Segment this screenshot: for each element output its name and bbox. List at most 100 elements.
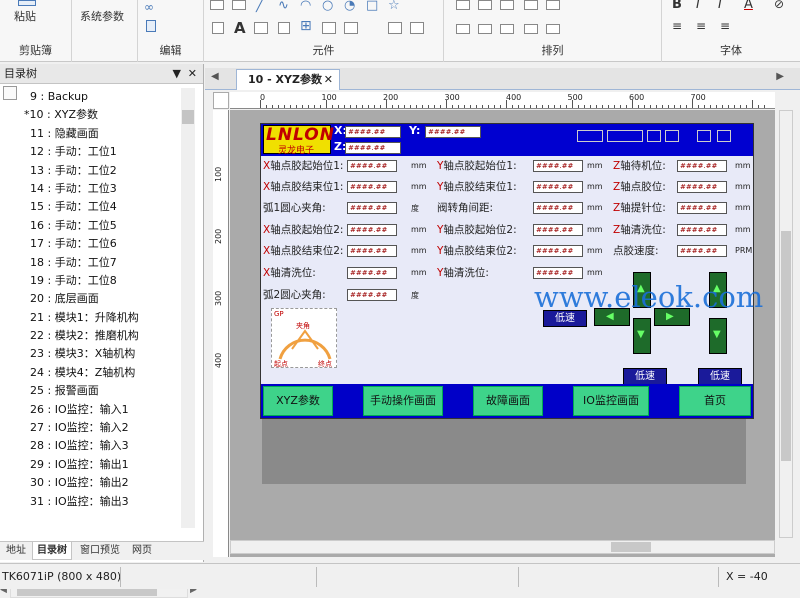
nav-xyz-params-button[interactable]: XYZ参数 [263, 386, 333, 416]
top-z-field[interactable]: ####.## [345, 142, 401, 154]
slow-button-3[interactable]: 低速 [698, 368, 742, 385]
tree-item[interactable]: 9 : Backup [0, 88, 196, 106]
tab-tree[interactable]: 目录树 [32, 542, 72, 560]
circle-icon[interactable]: ○ [322, 0, 333, 13]
top-y-field[interactable]: ####.## [425, 126, 481, 138]
canvas-horizontal-scrollbar[interactable] [230, 540, 775, 554]
square-icon[interactable] [278, 22, 290, 34]
tree-item[interactable]: 18 : 手动：工位7 [0, 254, 196, 272]
order-icon[interactable] [524, 0, 538, 10]
tab-web[interactable]: 网页 [128, 542, 156, 560]
italic-icon[interactable]: I [696, 0, 700, 12]
panel-menu-icon[interactable]: ▼ [173, 64, 181, 84]
link-icon[interactable]: ∞ [144, 0, 154, 14]
col1-field[interactable]: ####.## [347, 245, 397, 257]
col3-field[interactable]: ####.## [677, 160, 727, 172]
picture-icon[interactable] [254, 22, 268, 34]
pie-icon[interactable]: ◔ [344, 0, 355, 13]
col1-field[interactable]: ####.## [347, 181, 397, 193]
tab-address[interactable]: 地址 [2, 542, 30, 560]
polyline-icon[interactable]: ∿ [278, 0, 289, 13]
tree-item[interactable]: 17 : 手动：工位6 [0, 235, 196, 253]
italic2-icon[interactable]: I [718, 0, 722, 12]
align-middle-icon[interactable] [478, 24, 492, 34]
tree-item[interactable]: 22 : 模块2：推磨机构 [0, 327, 196, 345]
grid-icon[interactable]: ⊞ [300, 18, 312, 34]
nav-io-monitor-button[interactable]: IO监控画面 [573, 386, 649, 416]
col1-field[interactable]: ####.## [347, 289, 397, 301]
group-icon[interactable] [546, 0, 560, 10]
line-icon[interactable]: ╱ [256, 0, 264, 13]
copy-icon[interactable] [146, 20, 156, 32]
canvas-vertical-scrollbar[interactable] [779, 110, 793, 538]
tree-item[interactable]: 30 : IO监控：输出2 [0, 474, 196, 492]
panel-close-icon[interactable]: ✕ [188, 64, 197, 84]
nav-fault-button[interactable]: 故障画面 [473, 386, 543, 416]
tree-item[interactable]: 24 : 模块4：Z轴机构 [0, 364, 196, 382]
tree-item[interactable]: 13 : 手动：工位2 [0, 162, 196, 180]
tree-item[interactable]: *10 : XYZ参数 [0, 106, 196, 124]
document-tab-close-icon[interactable]: ✕ [324, 70, 333, 90]
tree-item[interactable]: 28 : IO监控：输入3 [0, 437, 196, 455]
tree-item[interactable]: 23 : 模块3：X轴机构 [0, 345, 196, 363]
tree-item[interactable]: 19 : 手动：工位8 [0, 272, 196, 290]
tab-scroll-left-icon[interactable]: ◀ [211, 71, 219, 82]
tree-item[interactable]: 26 : IO监控：输入1 [0, 401, 196, 419]
bold-icon[interactable]: B [672, 0, 682, 12]
arc-icon[interactable]: ◠ [300, 0, 311, 13]
tree-item[interactable]: 21 : 模块1：升降机构 [0, 309, 196, 327]
clear-format-icon[interactable]: ⊘ [774, 0, 784, 11]
col1-field[interactable]: ####.## [347, 224, 397, 236]
tab-scroll-right-icon[interactable]: ▶ [776, 71, 784, 82]
text-align-center-icon[interactable]: ≡ [696, 19, 706, 33]
col3-field[interactable]: ####.## [677, 202, 727, 214]
tree-item[interactable]: 15 : 手动：工位4 [0, 198, 196, 216]
tab-window-preview[interactable]: 窗口预览 [76, 542, 124, 560]
image-icon[interactable] [232, 0, 246, 10]
align-center-icon[interactable] [478, 0, 492, 10]
tree-item[interactable]: 12 : 手动：工位1 [0, 143, 196, 161]
align-right-icon[interactable] [500, 0, 514, 10]
text-align-right-icon[interactable]: ≡ [720, 19, 730, 33]
tree-item[interactable]: 31 : IO监控：输出3 [0, 493, 196, 511]
col2-field[interactable]: ####.## [533, 202, 583, 214]
text-align-left-icon[interactable]: ≡ [672, 19, 682, 33]
align-top-icon[interactable] [456, 24, 470, 34]
table-icon[interactable] [322, 22, 336, 34]
paste-button[interactable]: 粘贴 [14, 8, 36, 24]
col2-field[interactable]: ####.## [533, 224, 583, 236]
tree-item[interactable]: 16 : 手动：工位5 [0, 217, 196, 235]
document-tab[interactable]: 10 - XYZ参数 ✕ [236, 69, 340, 90]
canvas-hscroll-thumb[interactable] [611, 542, 651, 552]
slow-button-2[interactable]: 低速 [623, 368, 667, 385]
barchart-icon[interactable] [344, 22, 358, 34]
top-x-field[interactable]: ####.## [345, 126, 401, 138]
bitmap-icon[interactable] [210, 0, 224, 10]
tree-item[interactable]: 14 : 手动：工位3 [0, 180, 196, 198]
col2-field[interactable]: ####.## [533, 181, 583, 193]
tree-item[interactable]: 11 : 隐藏画面 [0, 125, 196, 143]
col1-field[interactable]: ####.## [347, 160, 397, 172]
font-color-icon[interactable]: A [744, 0, 753, 12]
tree-item[interactable]: 27 : IO监控：输入2 [0, 419, 196, 437]
canvas-vscroll-thumb[interactable] [781, 231, 791, 461]
tree-scroll-thumb[interactable] [182, 110, 194, 124]
tree-vertical-scrollbar[interactable] [181, 88, 195, 528]
numeric-icon[interactable] [388, 22, 402, 34]
list-icon[interactable] [410, 22, 424, 34]
col3-field[interactable]: ####.## [677, 181, 727, 193]
align-bottom-icon[interactable] [500, 24, 514, 34]
col3-field[interactable]: ####.## [677, 224, 727, 236]
tree-item[interactable]: 25 : 报警画面 [0, 382, 196, 400]
jog-z-down-button[interactable]: ▼ [709, 318, 727, 354]
col2-field[interactable]: ####.## [533, 245, 583, 257]
tree-item[interactable]: 29 : IO监控：输出1 [0, 456, 196, 474]
col1-field[interactable]: ####.## [347, 267, 397, 279]
nav-home-button[interactable]: 首页 [679, 386, 751, 416]
col3-field[interactable]: ####.## [677, 245, 727, 257]
star-icon[interactable]: ☆ [388, 0, 400, 13]
flip-icon[interactable] [546, 24, 560, 34]
col1-field[interactable]: ####.## [347, 202, 397, 214]
text-tool-button[interactable]: A [234, 19, 246, 37]
rotate-icon[interactable] [524, 24, 538, 34]
